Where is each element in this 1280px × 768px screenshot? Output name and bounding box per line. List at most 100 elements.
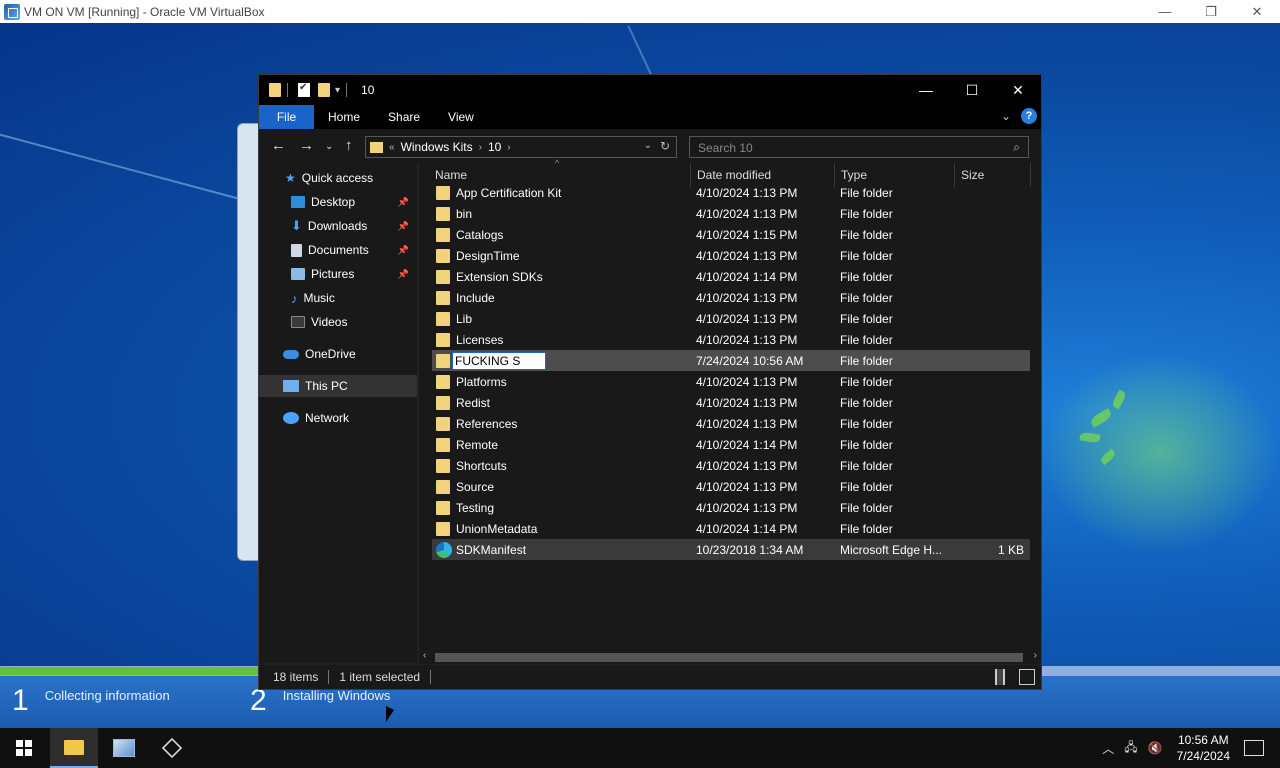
close-button[interactable]: ✕ [995, 75, 1041, 105]
table-row[interactable]: DesignTime 4/10/2024 1:13 PM File folder [432, 245, 1030, 266]
forward-arrow-icon[interactable]: → [299, 137, 314, 154]
address-bar[interactable]: « Windows Kits › 10 › ⌄ ↻ [365, 136, 677, 158]
table-row[interactable]: SDKManifest 10/23/2018 1:34 AM Microsoft E… [432, 539, 1030, 560]
navigation-bar: ← → ⌄ ↑ « Windows Kits › 10 › ⌄ ↻ Search… [259, 129, 1041, 163]
search-input[interactable]: Search 10 ⌕ [689, 136, 1029, 158]
nav-label: Quick access [301, 171, 374, 185]
navigation-pane: ★ Quick access Desktop 📌 ⬇ Downloads 📌 D… [259, 163, 417, 663]
computer-icon [283, 380, 299, 392]
nav-item-network[interactable]: Network [259, 407, 417, 429]
file-date: 4/10/2024 1:13 PM [696, 375, 798, 389]
table-row[interactable]: Include 4/10/2024 1:13 PM File folder [432, 287, 1030, 308]
table-row[interactable]: Remote 4/10/2024 1:14 PM File folder [432, 434, 1030, 455]
breadcrumb-10[interactable]: 10 [488, 140, 501, 154]
taskbar-virtualbox[interactable] [148, 728, 196, 768]
file-type: File folder [840, 480, 893, 494]
table-row[interactable]: Catalogs 4/10/2024 1:15 PM File folder [432, 224, 1030, 245]
table-row[interactable]: Licenses 4/10/2024 1:13 PM File folder [432, 329, 1030, 350]
folder-icon [436, 437, 450, 452]
address-overflow[interactable]: « [389, 142, 395, 153]
folder-icon [436, 206, 450, 221]
taskbar-setup[interactable] [100, 728, 148, 768]
clock[interactable]: 10:56 AM 7/24/2024 [1177, 732, 1230, 764]
table-row[interactable]: UnionMetadata 4/10/2024 1:14 PM File folde… [432, 518, 1030, 539]
table-row[interactable]: Extension SDKs 4/10/2024 1:14 PM File fold… [432, 266, 1030, 287]
table-row[interactable]: App Certification Kit 4/10/2024 1:13 PM Fi… [432, 182, 1030, 203]
file-name: Extension SDKs [456, 269, 543, 284]
table-row[interactable]: Redist 4/10/2024 1:13 PM File folder [432, 392, 1030, 413]
nav-item-music[interactable]: ♪ Music [259, 287, 417, 309]
customize-quick-access-icon[interactable]: ▾ [335, 85, 340, 96]
details-view-icon[interactable] [995, 669, 1005, 685]
help-icon[interactable]: ? [1021, 108, 1037, 124]
chevron-right-icon[interactable]: › [507, 142, 510, 153]
scroll-left-icon[interactable]: ‹ [423, 650, 426, 661]
nav-item-onedrive[interactable]: OneDrive [259, 343, 417, 365]
nav-item-documents[interactable]: Documents 📌 [259, 239, 417, 261]
table-row[interactable]: References 4/10/2024 1:13 PM File folder [432, 413, 1030, 434]
folder-icon [436, 500, 450, 515]
file-date: 4/10/2024 1:14 PM [696, 438, 798, 452]
nav-label: Pictures [311, 267, 355, 281]
nav-item-downloads[interactable]: ⬇ Downloads 📌 [259, 215, 417, 237]
table-row[interactable]: Lib 4/10/2024 1:13 PM File folder [432, 308, 1030, 329]
back-arrow-icon[interactable]: ← [271, 137, 286, 154]
tab-share[interactable]: Share [374, 105, 434, 129]
scroll-right-icon[interactable]: › [1034, 650, 1037, 661]
restore-button[interactable]: ❐ [1188, 0, 1234, 23]
address-dropdown-icon[interactable]: ⌄ [644, 140, 652, 151]
tab-view[interactable]: View [434, 105, 488, 129]
network-icon[interactable]: 🖧 [1124, 738, 1137, 759]
table-row[interactable]: Shortcuts 4/10/2024 1:13 PM File folder [432, 455, 1030, 476]
nav-item-desktop[interactable]: Desktop 📌 [259, 191, 417, 213]
rename-input[interactable]: FUCKING S [452, 351, 546, 370]
recent-locations-icon[interactable]: ⌄ [325, 141, 333, 152]
chevron-up-icon[interactable]: ︿ [1102, 740, 1114, 757]
cloud-icon [283, 349, 299, 359]
expand-ribbon-icon[interactable]: ⌄ [1001, 109, 1011, 123]
horizontal-scrollbar[interactable]: ‹ › [419, 650, 1041, 664]
nav-item-this-pc[interactable]: This PC [259, 375, 417, 397]
table-row-renaming[interactable]: FUCKING S 7/24/2024 10:56 AM File folder [432, 350, 1030, 371]
taskbar-file-explorer[interactable] [50, 728, 98, 768]
new-folder-icon[interactable] [318, 83, 330, 97]
pin-icon: 📌 [397, 268, 409, 279]
table-row[interactable]: Source 4/10/2024 1:13 PM File folder [432, 476, 1030, 497]
properties-icon[interactable] [298, 82, 310, 97]
minimize-button[interactable]: — [1142, 0, 1188, 23]
virtualbox-window-title: VM ON VM [Running] - Oracle VM VirtualBo… [24, 4, 265, 19]
document-icon [291, 243, 302, 257]
nav-item-videos[interactable]: Videos [259, 311, 417, 333]
nav-item-quick-access[interactable]: ★ Quick access [259, 167, 417, 189]
maximize-button[interactable]: ☐ [949, 75, 995, 105]
table-row[interactable]: Platforms 4/10/2024 1:13 PM File folder [432, 371, 1030, 392]
tab-home[interactable]: Home [314, 105, 374, 129]
windows-logo-icon [16, 740, 32, 756]
file-date: 4/10/2024 1:13 PM [696, 333, 798, 347]
volume-muted-icon[interactable]: 🔇 [1148, 741, 1163, 755]
refresh-icon[interactable]: ↻ [660, 139, 670, 153]
table-row[interactable]: Testing 4/10/2024 1:13 PM File folder [432, 497, 1030, 518]
ribbon-tabs: File Home Share View ⌄ ? [259, 105, 1041, 129]
file-type: File folder [840, 417, 893, 431]
nav-label: This PC [305, 379, 348, 393]
notification-icon[interactable] [1244, 740, 1264, 756]
close-button[interactable]: ✕ [1234, 0, 1280, 23]
file-name: Remote [456, 437, 499, 452]
scrollbar-thumb[interactable] [435, 653, 1023, 662]
up-arrow-icon[interactable]: ↑ [345, 137, 353, 154]
file-date: 4/10/2024 1:13 PM [696, 186, 798, 200]
separator [328, 670, 330, 684]
chevron-right-icon[interactable]: › [479, 142, 482, 153]
table-row[interactable]: bin 4/10/2024 1:13 PM File folder [432, 203, 1030, 224]
large-icons-view-icon[interactable] [1019, 669, 1035, 685]
ribbon-right: ⌄ ? [1001, 108, 1037, 124]
tab-file[interactable]: File [259, 105, 314, 129]
system-tray: ︿ 🖧 🔇 10:56 AM 7/24/2024 [1102, 728, 1280, 768]
start-button[interactable] [0, 728, 48, 768]
nav-label: Network [305, 411, 350, 425]
breadcrumb-windows-kits[interactable]: Windows Kits [401, 140, 473, 154]
file-name: Catalogs [456, 227, 504, 242]
minimize-button[interactable]: — [903, 75, 949, 105]
nav-item-pictures[interactable]: Pictures 📌 [259, 263, 417, 285]
